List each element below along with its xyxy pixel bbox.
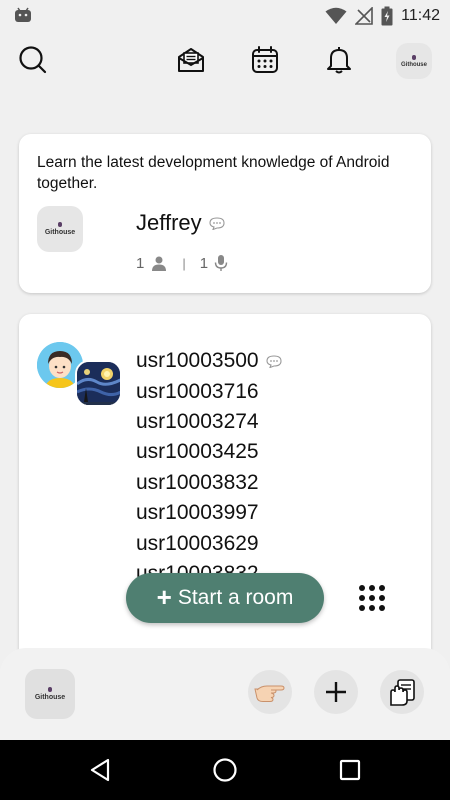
user-name: usr10003629 — [136, 531, 259, 555]
wifi-icon — [325, 7, 347, 24]
calendar-button[interactable] — [247, 42, 283, 78]
search-icon — [19, 46, 47, 74]
room-logo-text: Githouse — [34, 694, 66, 701]
user-name: usr10003997 — [136, 501, 259, 525]
list-item: usr10003274 — [136, 407, 282, 437]
club-logo-text: Githouse — [44, 229, 76, 236]
top-app-bar: Githouse — [0, 38, 450, 84]
chat-bubble-icon — [209, 216, 225, 230]
signal-off-icon — [355, 7, 373, 25]
user-avatar-2 — [75, 360, 122, 407]
start-room-label: Start a room — [177, 586, 294, 609]
list-item: usr10003716 — [136, 376, 282, 406]
list-item: usr10003629 — [136, 528, 282, 558]
grid-dot — [359, 595, 365, 601]
start-room-button[interactable]: + Start a room — [126, 573, 324, 623]
grid-dot — [379, 585, 385, 591]
plus-icon — [326, 682, 346, 702]
list-item: usr10003500 — [136, 346, 282, 376]
room-logo-button[interactable]: Githouse — [25, 669, 75, 719]
grid-dot — [379, 595, 385, 601]
room-stats: 1 | 1 — [136, 254, 228, 272]
grid-dot — [369, 595, 375, 601]
battery-charging-icon — [381, 6, 393, 26]
logo-icon — [58, 222, 62, 227]
user-name: usr10003425 — [136, 440, 259, 464]
bottom-action-bar: Githouse — [0, 648, 450, 740]
room-card[interactable]: Learn the latest development knowledge o… — [19, 134, 431, 293]
grid-dot — [359, 605, 365, 611]
add-button[interactable] — [314, 670, 358, 714]
android-icon — [15, 7, 31, 22]
clock: 11:42 — [401, 7, 440, 24]
calendar-icon — [252, 46, 278, 73]
status-bar: 11:42 — [0, 0, 450, 32]
room-description: Learn the latest development knowledge o… — [37, 154, 390, 192]
logo-icon — [48, 687, 52, 692]
grid-dot — [369, 605, 375, 611]
profile-avatar[interactable]: Githouse — [396, 43, 432, 79]
back-triangle-icon — [90, 758, 110, 782]
nav-back-button[interactable] — [86, 756, 114, 784]
chat-bubble-icon — [266, 355, 282, 368]
list-item: usr10003997 — [136, 498, 282, 528]
user-name: usr10003716 — [136, 379, 259, 403]
grid-dot — [359, 585, 365, 591]
user-name: usr10003274 — [136, 409, 259, 433]
system-nav-bar — [0, 740, 450, 800]
club-logo: Githouse — [37, 206, 83, 252]
person-icon — [152, 256, 167, 271]
grid-menu-button[interactable] — [352, 578, 392, 618]
list-item: usr10003425 — [136, 437, 282, 467]
grid-dot — [369, 585, 375, 591]
grid-dot — [379, 605, 385, 611]
recents-square-icon — [339, 759, 361, 781]
hand-pointing-icon — [254, 685, 285, 702]
speaker-count: 1 — [199, 254, 209, 272]
host-name: Jeffrey — [136, 210, 202, 235]
nav-recents-button[interactable] — [336, 756, 364, 784]
mic-icon — [214, 255, 228, 271]
host-row: Jeffrey — [136, 210, 225, 236]
notifications-button[interactable] — [321, 42, 357, 78]
plus-icon: + — [156, 582, 172, 612]
listener-count: 1 — [136, 254, 145, 272]
wave-button[interactable] — [248, 670, 292, 714]
user-name: usr10003832 — [136, 470, 259, 494]
invites-button[interactable] — [173, 42, 209, 78]
nav-home-button[interactable] — [211, 756, 239, 784]
raise-hand-button[interactable] — [380, 670, 424, 714]
starry-night-avatar-icon — [77, 362, 120, 405]
bell-icon — [327, 47, 351, 74]
logo-icon — [412, 54, 416, 60]
raised-hand-icon — [390, 679, 415, 706]
search-button[interactable] — [15, 42, 51, 78]
user-name: usr10003500 — [136, 349, 259, 373]
stats-separator: | — [182, 255, 186, 271]
home-circle-icon — [213, 758, 237, 782]
list-item: usr10003832 — [136, 468, 282, 498]
profile-logo-text: Githouse — [400, 61, 427, 68]
mail-open-icon — [178, 48, 204, 72]
